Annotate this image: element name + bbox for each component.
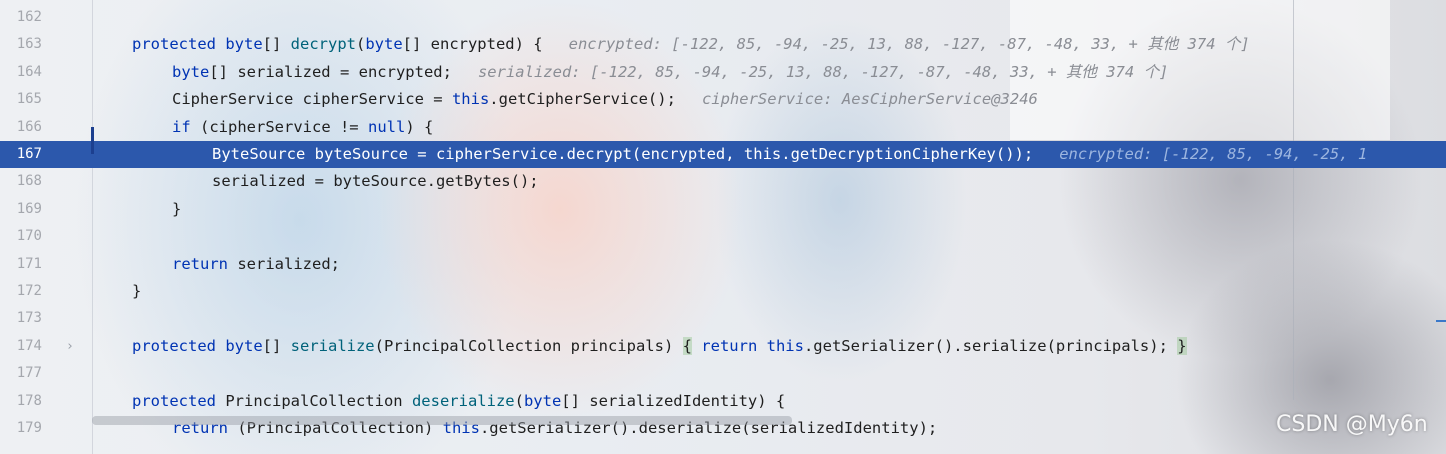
line-number[interactable]: 172 xyxy=(0,278,42,305)
code-line[interactable]: 162 xyxy=(0,4,1446,31)
keyword-token: protected xyxy=(132,337,226,355)
line-number[interactable]: 179 xyxy=(0,415,42,442)
keyword-token: byte xyxy=(225,337,263,355)
keyword-token: byte xyxy=(172,63,210,81)
code-token: (PrincipalCollection principals) xyxy=(374,337,683,355)
code-token: .getCipherService(); xyxy=(489,90,676,108)
code-token: [] serializedIdentity) { xyxy=(561,392,786,410)
code-text[interactable]: return serialized; xyxy=(172,251,340,278)
code-line[interactable]: 172} xyxy=(0,278,1446,305)
code-text[interactable]: } xyxy=(132,278,141,305)
inline-debug-value[interactable]: encrypted: [-122, 85, -94, -25, 1 xyxy=(1059,145,1367,163)
keyword-token: byte xyxy=(225,35,263,53)
code-line-current[interactable]: 167 ByteSource byteSource = cipherService… xyxy=(0,141,1446,168)
execution-point-marker xyxy=(91,127,94,154)
keyword-token: this xyxy=(451,90,490,108)
code-text[interactable]: } xyxy=(172,196,181,223)
code-line[interactable]: 163 protected byte[] decrypt(byte[] encry… xyxy=(0,31,1446,58)
line-number[interactable]: 162 xyxy=(0,4,42,31)
code-token: [] serialized = encrypted; xyxy=(209,63,452,81)
folded-brace: { xyxy=(682,337,692,355)
code-token: CipherService cipherService = xyxy=(172,90,452,108)
keyword-token: byte xyxy=(365,35,403,53)
line-number[interactable]: 173 xyxy=(0,305,42,332)
line-number[interactable]: 174 xyxy=(0,333,42,360)
inline-debug-value[interactable]: cipherService: AesCipherService@3246 xyxy=(702,90,1038,108)
code-text[interactable]: CipherService cipherService = this.getCi… xyxy=(172,86,1038,113)
scrollbar-thumb[interactable] xyxy=(92,416,792,425)
code-token: [] xyxy=(262,35,291,53)
line-number[interactable]: 165 xyxy=(0,86,42,113)
code-token: ( xyxy=(355,35,366,53)
keyword-token: null xyxy=(367,118,406,136)
scroll-marker xyxy=(1436,320,1446,322)
watermark: CSDN @My6n xyxy=(1276,412,1428,437)
keyword-token: return xyxy=(172,255,228,273)
inline-debug-value[interactable]: encrypted: [-122, 85, -94, -25, 13, 88, … xyxy=(569,35,1250,53)
line-number[interactable]: 171 xyxy=(0,251,42,278)
line-number[interactable]: 167 xyxy=(0,141,42,168)
code-token: } xyxy=(132,282,142,300)
code-token: [] xyxy=(262,337,291,355)
code-token: .getSerializer().serialize(principals); xyxy=(803,337,1178,355)
code-line[interactable]: 178 protected PrincipalCollection deseria… xyxy=(0,388,1446,415)
method-name-token: decrypt xyxy=(290,35,356,53)
line-number[interactable]: 164 xyxy=(0,59,42,86)
line-number[interactable]: 177 xyxy=(0,360,42,387)
method-name-token: serialize xyxy=(290,337,375,355)
code-line[interactable]: 170 xyxy=(0,223,1446,250)
line-number[interactable]: 170 xyxy=(0,223,42,250)
keyword-token: byte xyxy=(523,392,562,410)
line-number[interactable]: 169 xyxy=(0,196,42,223)
code-token: (cipherService != xyxy=(190,118,368,136)
code-text[interactable]: protected PrincipalCollection deserializ… xyxy=(132,388,785,415)
code-line[interactable]: 177 xyxy=(0,360,1446,387)
code-line[interactable]: 174 › protected byte[] serialize(Principal… xyxy=(0,333,1446,360)
keyword-token: if xyxy=(172,118,191,136)
code-line[interactable]: 164 byte[] serialized = encrypted; seriali… xyxy=(0,59,1446,86)
code-line[interactable]: 165 CipherService cipherService = this.ge… xyxy=(0,86,1446,113)
keyword-token: return xyxy=(701,337,758,355)
code-text[interactable]: protected byte[] serialize(PrincipalColl… xyxy=(132,333,1187,360)
code-text[interactable]: serialized = byteSource.getBytes(); xyxy=(212,168,539,195)
code-token: ( xyxy=(514,392,524,410)
line-number[interactable]: 178 xyxy=(0,388,42,415)
folded-brace: } xyxy=(1177,337,1187,355)
line-number[interactable]: 166 xyxy=(0,114,42,141)
keyword-token: protected xyxy=(132,35,226,53)
code-line[interactable]: 168 serialized = byteSource.getBytes(); xyxy=(0,168,1446,195)
code-text[interactable]: byte[] serialized = encrypted; serialized… xyxy=(172,59,1168,86)
code-line[interactable]: 173 xyxy=(0,305,1446,332)
line-number[interactable]: 163 xyxy=(0,31,42,58)
code-line[interactable]: 171 return serialized; xyxy=(0,251,1446,278)
code-token: serialized; xyxy=(228,255,340,273)
code-line[interactable]: 166 if (cipherService != null) { xyxy=(0,114,1446,141)
inline-debug-value[interactable]: serialized: [-122, 85, -94, -25, 13, 88,… xyxy=(478,63,1168,81)
code-token: serialized = byteSource.getBytes(); xyxy=(212,172,539,190)
code-line[interactable]: 169} xyxy=(0,196,1446,223)
code-token: PrincipalCollection xyxy=(225,392,412,410)
code-token: [] encrypted) { xyxy=(402,35,543,53)
line-number[interactable]: 168 xyxy=(0,168,42,195)
code-token: ) { xyxy=(405,118,434,136)
fold-chevron-icon[interactable]: › xyxy=(66,333,74,360)
code-token: } xyxy=(172,200,182,218)
method-name-token: deserialize xyxy=(411,392,515,410)
code-text[interactable]: ByteSource byteSource = cipherService.de… xyxy=(212,141,1367,168)
code-text[interactable]: protected byte[] decrypt(byte[] encrypte… xyxy=(132,31,1250,58)
code-token: ByteSource byteSource = cipherService.de… xyxy=(212,145,1034,163)
code-text[interactable]: if (cipherService != null) { xyxy=(172,114,433,141)
keyword-token: this xyxy=(766,337,804,355)
keyword-token: protected xyxy=(132,392,226,410)
